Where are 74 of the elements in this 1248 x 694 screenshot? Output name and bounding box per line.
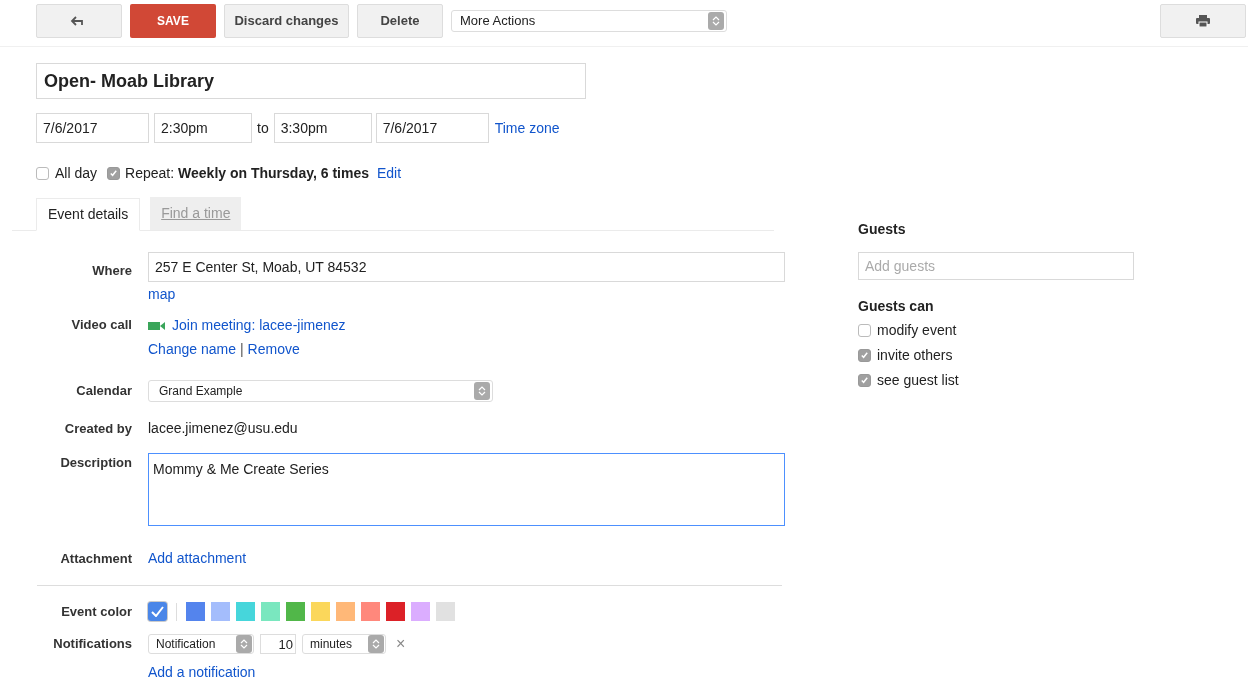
stepper-icon xyxy=(474,382,490,400)
check-icon xyxy=(151,606,164,618)
permission-label: modify event xyxy=(877,321,957,340)
notification-unit-dropdown[interactable]: minutes xyxy=(302,633,386,654)
add-attachment-link[interactable]: Add attachment xyxy=(148,548,247,569)
remove-link[interactable]: Remove xyxy=(247,339,300,360)
time-zone-link[interactable]: Time zone xyxy=(494,117,560,139)
check-icon xyxy=(860,351,869,360)
permission-checkbox[interactable] xyxy=(858,374,871,387)
color-swatch[interactable] xyxy=(411,602,430,622)
permission-label: see guest list xyxy=(877,371,959,390)
edit-repeat-link[interactable]: Edit xyxy=(376,163,402,184)
change-name-link[interactable]: Change name xyxy=(148,339,236,360)
add-guests-field[interactable]: Add guests xyxy=(858,252,1134,280)
repeat-label: Repeat: xyxy=(125,164,175,183)
where-field[interactable]: 257 E Center St, Moab, UT 84532 xyxy=(148,252,785,282)
field-label: Video call xyxy=(70,316,133,334)
end-time-field[interactable]: 3:30pm xyxy=(273,113,372,143)
title-field[interactable]: Open- Moab Library xyxy=(36,63,586,99)
calendar-dropdown[interactable]: Grand Example xyxy=(148,380,493,402)
permission-checkbox[interactable] xyxy=(858,349,871,362)
color-swatch[interactable] xyxy=(436,602,455,622)
field-label: Calendar xyxy=(75,382,133,401)
stepper-icon xyxy=(708,12,724,30)
video-camera-icon xyxy=(148,320,166,331)
color-swatch[interactable] xyxy=(148,602,167,622)
color-swatch[interactable] xyxy=(236,602,255,622)
description-field[interactable]: Mommy & Me Create Series xyxy=(148,453,785,526)
color-swatch[interactable] xyxy=(311,602,330,622)
map-link[interactable]: map xyxy=(148,284,785,305)
check-icon xyxy=(860,376,869,385)
stepper-icon xyxy=(368,634,384,653)
all-day-checkbox[interactable] xyxy=(36,167,49,180)
back-button[interactable] xyxy=(36,4,122,38)
field-label: Created by xyxy=(63,419,133,438)
end-date-field[interactable]: 7/6/2017 xyxy=(375,113,489,143)
remove-notification-button[interactable]: × xyxy=(396,631,406,656)
color-swatch[interactable] xyxy=(186,602,205,622)
more-actions-dropdown[interactable]: More Actions xyxy=(451,10,727,32)
permission-checkbox[interactable] xyxy=(858,324,871,337)
creator-email: lacee.jimenez@usu.edu xyxy=(148,419,298,438)
permission-label: invite others xyxy=(877,346,953,365)
field-label: Where xyxy=(91,262,133,280)
separator: | xyxy=(239,340,244,359)
guests-can-heading: Guests can xyxy=(858,297,935,316)
color-swatch[interactable] xyxy=(261,602,280,622)
color-swatch[interactable] xyxy=(386,602,405,622)
join-meeting-link[interactable]: Join meeting: lacee-jimenez xyxy=(172,315,346,336)
stepper-icon xyxy=(236,634,252,653)
all-day-label: All day xyxy=(55,164,98,183)
start-time-field[interactable]: 2:30pm xyxy=(154,113,252,143)
field-label: Event color xyxy=(60,603,133,621)
discard-button[interactable]: Discard changes xyxy=(224,4,349,38)
color-swatch[interactable] xyxy=(286,602,305,622)
save-button[interactable]: SAVE xyxy=(130,4,216,38)
to-label: to xyxy=(257,118,269,138)
notification-amount-field[interactable]: 10 xyxy=(260,633,296,654)
color-swatch[interactable] xyxy=(336,602,355,622)
field-label: Attachment xyxy=(59,549,133,568)
field-label: Description xyxy=(59,454,133,472)
color-swatch[interactable] xyxy=(361,602,380,622)
field-label: Notifications xyxy=(52,634,133,653)
guests-heading: Guests xyxy=(858,220,907,239)
print-button[interactable] xyxy=(1160,4,1246,38)
repeat-summary: Weekly on Thursday, 6 times xyxy=(178,164,369,183)
tab[interactable]: Event details xyxy=(36,198,141,231)
repeat-checkbox[interactable] xyxy=(107,167,121,180)
notification-type-dropdown[interactable]: Notification xyxy=(148,633,254,654)
delete-button[interactable]: Delete xyxy=(357,4,443,38)
check-icon xyxy=(109,169,119,178)
start-date-field[interactable]: 7/6/2017 xyxy=(36,113,149,143)
print-icon xyxy=(1196,15,1210,27)
color-swatch[interactable] xyxy=(211,602,230,622)
add-notification-link[interactable]: Add a notification xyxy=(148,661,256,683)
